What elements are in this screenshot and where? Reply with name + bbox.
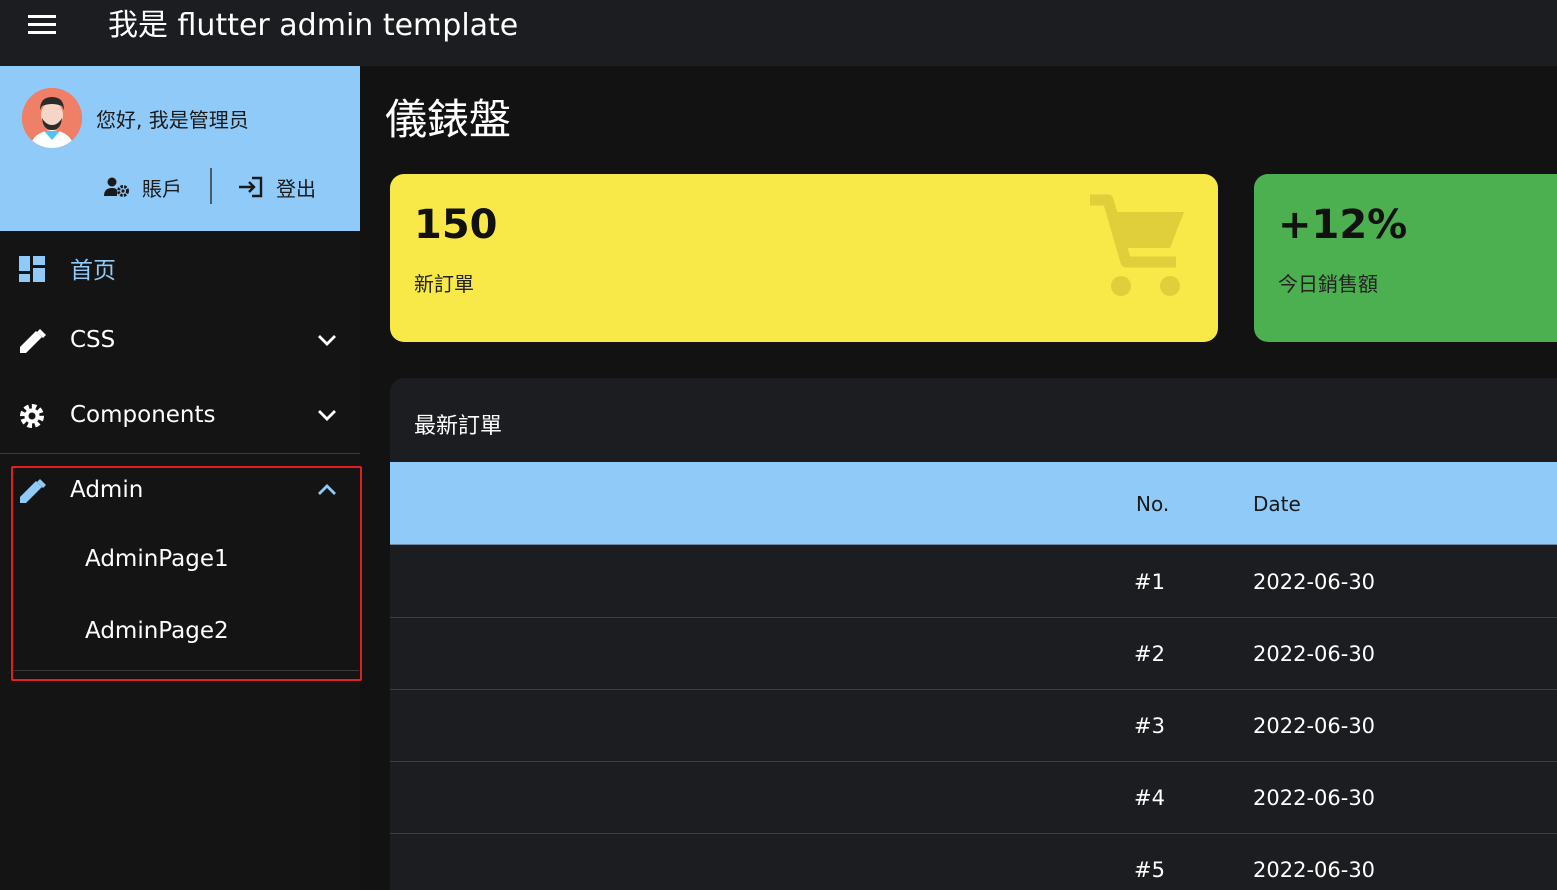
sidebar-item-label: CSS bbox=[70, 327, 116, 353]
sidebar-item-home[interactable]: 首页 bbox=[0, 238, 360, 298]
cart-icon bbox=[1090, 194, 1184, 296]
stat-value: +12% bbox=[1278, 202, 1408, 248]
account-button[interactable]: 賬戶 bbox=[104, 172, 182, 202]
column-header-date[interactable]: Date bbox=[1253, 492, 1301, 516]
pencil-icon bbox=[20, 479, 46, 503]
order-date: 2022-06-30 bbox=[1253, 786, 1376, 810]
order-date: 2022-06-30 bbox=[1253, 858, 1376, 882]
menu-icon[interactable] bbox=[22, 8, 62, 44]
sidebar-item-label: Components bbox=[70, 402, 216, 428]
sidebar: 您好, 我是管理员 賬戶 登出 首页 CSS Components Admin … bbox=[0, 66, 362, 890]
table-row[interactable]: #2 2022-06-30 bbox=[390, 618, 1557, 690]
sidebar-item-css[interactable]: CSS bbox=[0, 310, 360, 370]
sidebar-item-admin[interactable]: Admin bbox=[0, 460, 360, 520]
latest-orders-title: 最新訂單 bbox=[414, 414, 503, 439]
table-row[interactable]: #4 2022-06-30 bbox=[390, 762, 1557, 834]
sidebar-divider bbox=[14, 670, 359, 671]
chevron-up-icon bbox=[318, 484, 336, 495]
account-label: 賬戶 bbox=[142, 176, 182, 201]
header-divider bbox=[210, 168, 212, 204]
table-row[interactable]: #1 2022-06-30 bbox=[390, 546, 1557, 618]
sidebar-item-label: 首页 bbox=[70, 258, 116, 284]
order-date: 2022-06-30 bbox=[1253, 714, 1376, 738]
pencil-icon bbox=[20, 329, 46, 353]
stat-card-sales-today[interactable]: +12% 今日銷售額 bbox=[1254, 174, 1557, 342]
sidebar-subitem-adminpage2[interactable]: AdminPage2 bbox=[0, 604, 360, 664]
app-title: 我是 flutter admin template bbox=[108, 8, 519, 43]
latest-orders-card: 最新訂單 No. Date #1 2022-06-30 #2 2022-06-3… bbox=[390, 378, 1557, 890]
sidebar-divider bbox=[0, 453, 360, 454]
chevron-down-icon bbox=[318, 410, 336, 421]
logout-label: 登出 bbox=[276, 176, 316, 201]
greeting-text: 您好, 我是管理员 bbox=[96, 108, 249, 132]
chevron-down-icon bbox=[318, 335, 336, 346]
sidebar-subitem-label: AdminPage2 bbox=[85, 618, 229, 644]
app-bar: 我是 flutter admin template bbox=[0, 0, 1557, 66]
avatar[interactable] bbox=[22, 88, 82, 148]
gear-icon bbox=[20, 404, 44, 428]
logout-icon bbox=[239, 176, 263, 198]
table-header: No. Date bbox=[390, 462, 1557, 545]
stat-label: 今日銷售額 bbox=[1278, 272, 1378, 296]
logout-button[interactable]: 登出 bbox=[238, 172, 316, 202]
order-number: #4 bbox=[1134, 786, 1165, 810]
stat-card-new-orders[interactable]: 150 新訂單 bbox=[390, 174, 1218, 342]
order-number: #1 bbox=[1134, 570, 1165, 594]
dashboard-icon bbox=[19, 256, 45, 282]
stat-label: 新訂單 bbox=[414, 272, 474, 296]
stat-value: 150 bbox=[414, 202, 498, 248]
account-settings-icon bbox=[104, 177, 129, 197]
order-date: 2022-06-30 bbox=[1253, 642, 1376, 666]
order-number: #3 bbox=[1134, 714, 1165, 738]
user-header: 您好, 我是管理员 賬戶 登出 bbox=[0, 66, 360, 231]
order-date: 2022-06-30 bbox=[1253, 570, 1376, 594]
order-number: #2 bbox=[1134, 642, 1165, 666]
sidebar-item-components[interactable]: Components bbox=[0, 385, 360, 445]
sidebar-subitem-adminpage1[interactable]: AdminPage1 bbox=[0, 532, 360, 592]
table-row[interactable]: #5 2022-06-30 bbox=[390, 834, 1557, 890]
table-row[interactable]: #3 2022-06-30 bbox=[390, 690, 1557, 762]
column-header-no[interactable]: No. bbox=[1136, 492, 1169, 516]
sidebar-item-label: Admin bbox=[70, 477, 144, 503]
sidebar-subitem-label: AdminPage1 bbox=[85, 546, 229, 572]
order-number: #5 bbox=[1134, 858, 1165, 882]
page-title: 儀錶盤 bbox=[385, 95, 512, 144]
